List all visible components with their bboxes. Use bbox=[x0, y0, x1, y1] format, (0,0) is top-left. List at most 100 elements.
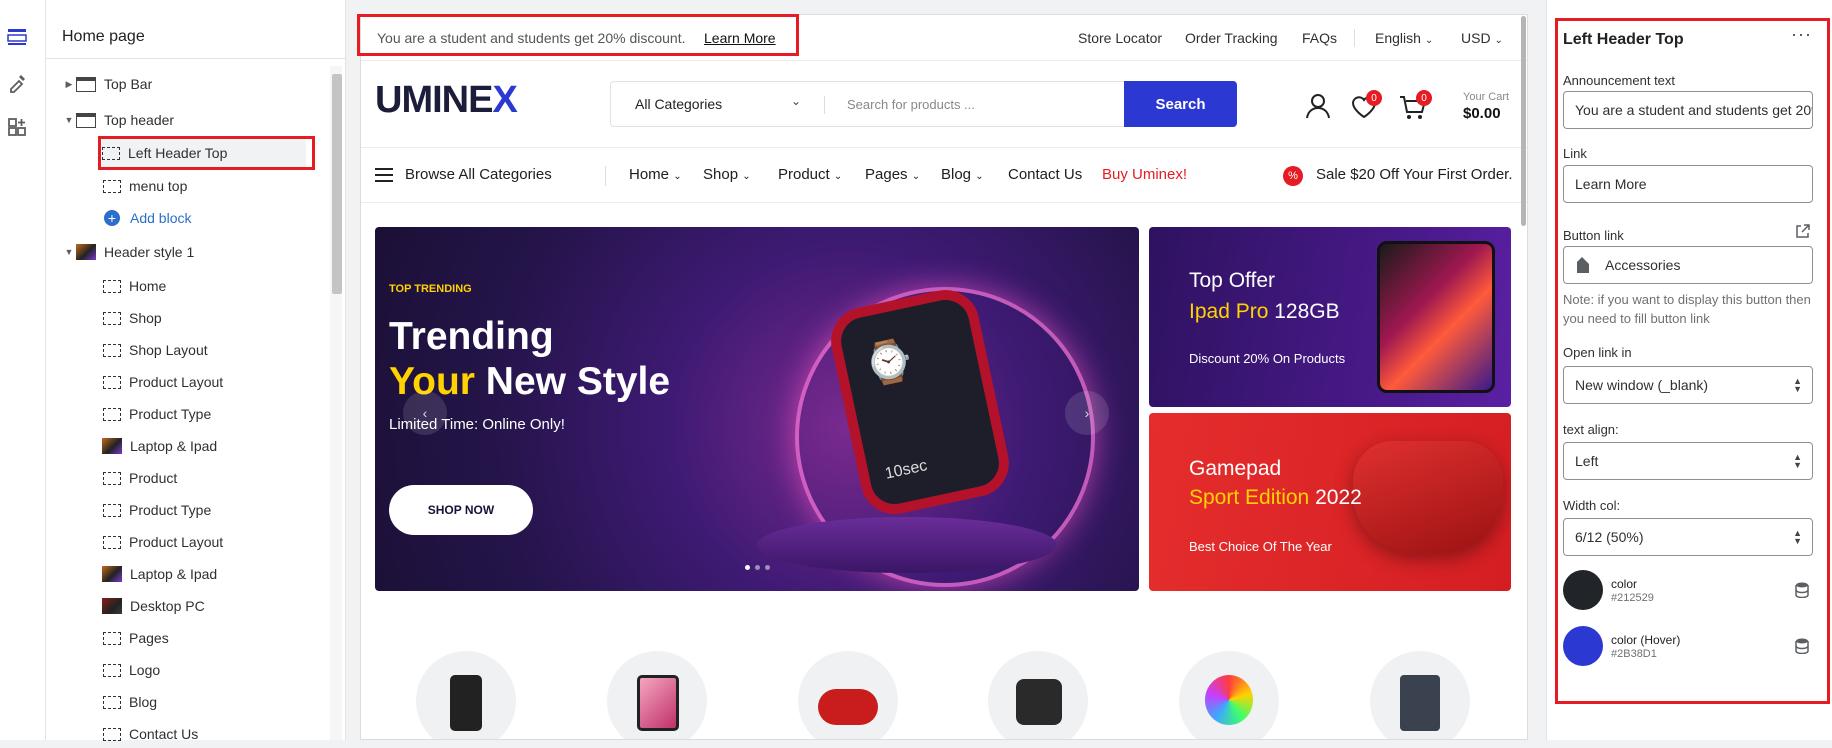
tree-item-laptop-ipad[interactable]: Laptop & Ipad bbox=[102, 432, 217, 460]
tree-item-left-header-top[interactable]: Left Header Top bbox=[102, 139, 306, 167]
slider-dot-active[interactable] bbox=[745, 565, 750, 570]
category-cameras[interactable] bbox=[988, 651, 1088, 739]
tree-item-label: Pages bbox=[129, 630, 169, 646]
color-swatch[interactable] bbox=[1563, 570, 1603, 610]
section-icon bbox=[76, 112, 96, 128]
tree-item-blog[interactable]: Blog bbox=[102, 688, 157, 716]
menu-label: Home bbox=[629, 166, 670, 183]
menu-item-contact[interactable]: Contact Us bbox=[1008, 166, 1082, 183]
shop-now-button[interactable]: SHOP NOW bbox=[389, 485, 533, 535]
dynamic-source-icon[interactable] bbox=[1795, 582, 1809, 599]
caret-down-icon[interactable]: ▼ bbox=[62, 115, 76, 125]
tree-item-product-layout-2[interactable]: Product Layout bbox=[102, 528, 223, 556]
more-horizontal-icon[interactable]: ··· bbox=[1791, 24, 1812, 45]
tree-item-product-type[interactable]: Product Type bbox=[102, 400, 211, 428]
washer-image bbox=[1400, 675, 1440, 731]
preview-scrollbar[interactable] bbox=[1521, 16, 1526, 226]
tree-item-product-layout[interactable]: Product Layout bbox=[102, 368, 223, 396]
button-link-input[interactable]: Accessories bbox=[1563, 246, 1813, 284]
tree-scrollbar-thumb[interactable] bbox=[332, 74, 342, 294]
slider-dot[interactable] bbox=[765, 565, 770, 570]
settings-title: Left Header Top bbox=[1563, 31, 1684, 48]
menu-item-blog[interactable]: Blog ⌄ bbox=[941, 166, 984, 183]
banner-gamepad[interactable]: Gamepad Sport Edition 2022 Best Choice O… bbox=[1149, 413, 1511, 591]
tree-item-logo[interactable]: Logo bbox=[102, 656, 160, 684]
select-arrows-icon: ▲ ▼ bbox=[1793, 452, 1802, 470]
block-icon bbox=[103, 279, 121, 293]
tree-item-header-style-1[interactable]: ▼ Header style 1 bbox=[62, 238, 194, 266]
store-logo[interactable]: UMINEX bbox=[375, 79, 518, 122]
dynamic-source-icon[interactable] bbox=[1795, 638, 1809, 655]
slider-prev-arrow-icon[interactable]: ‹ bbox=[403, 391, 447, 435]
phone-image bbox=[450, 675, 482, 731]
width-col-value: 6/12 (50%) bbox=[1575, 529, 1644, 545]
logo-accent: X bbox=[492, 79, 517, 121]
slider-dot[interactable] bbox=[755, 565, 760, 570]
tree-item-label: Laptop & Ipad bbox=[130, 438, 218, 454]
announcement-input[interactable]: You are a student and students get 20% d… bbox=[1563, 91, 1813, 129]
account-icon[interactable] bbox=[1305, 93, 1331, 124]
faqs-link[interactable]: FAQs bbox=[1302, 30, 1337, 46]
tree-item-top-header[interactable]: ▼ Top header bbox=[62, 106, 175, 134]
card2-title: Gamepad bbox=[1189, 457, 1282, 480]
hero-slider[interactable]: ⌚ 10sec TOP TRENDING Trending Your New S… bbox=[375, 227, 1139, 591]
width-col-select[interactable]: 6/12 (50%) ▲ ▼ bbox=[1563, 518, 1813, 556]
tree-item-label: Header style 1 bbox=[104, 244, 195, 260]
category-select[interactable]: All Categories bbox=[635, 96, 722, 112]
slider-next-arrow-icon[interactable]: › bbox=[1065, 391, 1109, 435]
language-label: English bbox=[1375, 30, 1421, 46]
section-thumbnail-icon bbox=[76, 244, 96, 260]
category-tablets[interactable] bbox=[607, 651, 707, 739]
open-link-select[interactable]: New window (_blank) ▲ ▼ bbox=[1563, 366, 1813, 404]
hero-heading-rest: New Style bbox=[485, 360, 671, 403]
menu-item-home[interactable]: Home ⌄ bbox=[629, 166, 682, 183]
theme-settings-icon[interactable] bbox=[4, 70, 30, 96]
text-align-select[interactable]: Left ▲ ▼ bbox=[1563, 442, 1813, 480]
tree-item-shop[interactable]: Shop bbox=[102, 304, 162, 332]
browse-categories-button[interactable]: Browse All Categories bbox=[405, 166, 552, 183]
menu-item-shop[interactable]: Shop ⌄ bbox=[703, 166, 751, 183]
add-block-button[interactable]: + Add block bbox=[102, 204, 191, 232]
hero-heading-line1: Trending bbox=[389, 315, 554, 358]
caret-right-icon[interactable]: ▶ bbox=[62, 79, 76, 90]
caret-down-icon[interactable]: ▼ bbox=[62, 247, 76, 257]
search-button[interactable]: Search bbox=[1124, 81, 1237, 127]
plus-circle-icon: + bbox=[104, 210, 120, 226]
menu-item-product[interactable]: Product ⌄ bbox=[778, 166, 842, 183]
search-input[interactable]: Search for products ... bbox=[847, 97, 975, 112]
tree-item-home[interactable]: Home bbox=[102, 272, 166, 300]
tree-item-shop-layout[interactable]: Shop Layout bbox=[102, 336, 208, 364]
tree-item-top-bar[interactable]: ▶ Top Bar bbox=[62, 70, 153, 98]
external-link-icon[interactable] bbox=[1795, 224, 1810, 244]
link-input[interactable]: Learn More bbox=[1563, 165, 1813, 203]
tree-item-product-type-2[interactable]: Product Type bbox=[102, 496, 211, 524]
language-selector[interactable]: English ⌄ bbox=[1375, 30, 1433, 46]
order-tracking-link[interactable]: Order Tracking bbox=[1185, 30, 1278, 46]
category-gamepads[interactable] bbox=[798, 651, 898, 739]
banner-ipad-pro[interactable]: Top Offer Ipad Pro 128GB Discount 20% On… bbox=[1149, 227, 1511, 407]
tree-item-desktop-pc[interactable]: Desktop PC bbox=[102, 592, 205, 620]
hover-color-swatch[interactable] bbox=[1563, 626, 1603, 666]
announcement-bar: You are a student and students get 20% d… bbox=[361, 15, 1527, 61]
store-locator-link[interactable]: Store Locator bbox=[1078, 30, 1162, 46]
currency-selector[interactable]: USD ⌄ bbox=[1461, 30, 1503, 46]
tree-item-laptop-ipad-2[interactable]: Laptop & Ipad bbox=[102, 560, 217, 588]
tree-item-label: Blog bbox=[129, 694, 158, 710]
tree-item-product[interactable]: Product bbox=[102, 464, 177, 492]
hamburger-icon[interactable] bbox=[375, 168, 393, 186]
block-icon bbox=[103, 631, 121, 645]
category-phones[interactable] bbox=[416, 651, 516, 739]
tree-item-contact-us[interactable]: Contact Us bbox=[102, 720, 198, 748]
sections-icon[interactable] bbox=[4, 24, 30, 50]
category-cooling[interactable] bbox=[1179, 651, 1279, 739]
block-icon bbox=[103, 471, 121, 485]
select-arrows-icon: ▲ ▼ bbox=[1793, 528, 1802, 546]
announcement-learn-more-link[interactable]: Learn More bbox=[704, 30, 776, 46]
gamepad-image bbox=[1353, 441, 1503, 553]
app-blocks-icon[interactable] bbox=[4, 114, 30, 140]
tree-item-pages[interactable]: Pages bbox=[102, 624, 169, 652]
tree-item-menu-top[interactable]: menu top bbox=[102, 172, 187, 200]
category-appliances[interactable] bbox=[1370, 651, 1470, 739]
menu-item-pages[interactable]: Pages ⌄ bbox=[865, 166, 920, 183]
menu-item-buy[interactable]: Buy Uminex! bbox=[1102, 166, 1187, 183]
